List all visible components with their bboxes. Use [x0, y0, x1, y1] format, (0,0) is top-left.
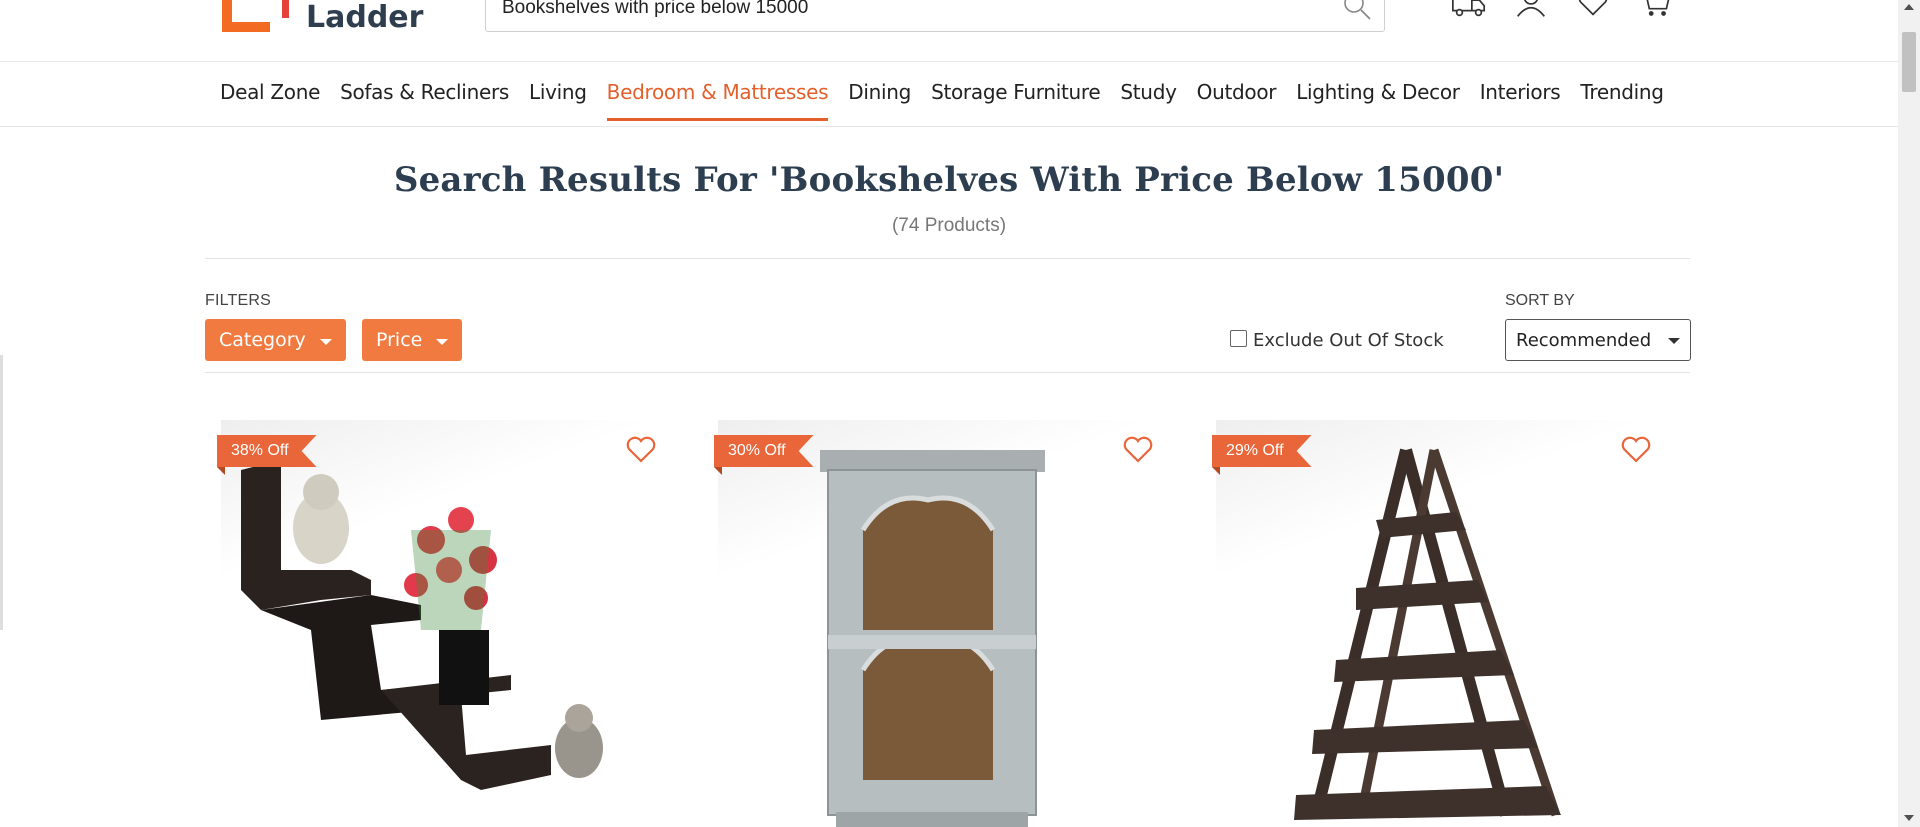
price-filter-label: Price	[376, 329, 423, 351]
nav-item-storage-furniture[interactable]: Storage Furniture	[931, 80, 1101, 120]
badge-fold	[1212, 467, 1220, 475]
product-card[interactable]: 38% Off	[205, 420, 675, 827]
logo-mark-icon	[220, 0, 292, 34]
category-nav: Deal Zone Sofas & Recliners Living Bedroom …	[0, 62, 1898, 127]
filters-label: FILTERS	[205, 292, 272, 309]
heart-icon[interactable]	[1574, 0, 1612, 22]
delivery-truck-icon[interactable]	[1450, 0, 1488, 22]
nav-item-study[interactable]: Study	[1120, 80, 1177, 120]
nav-item-outdoor[interactable]: Outdoor	[1197, 80, 1277, 120]
ladder-shelf-illustration	[1294, 448, 1561, 820]
search-icon[interactable]	[1342, 0, 1372, 21]
result-count: (74 Products)	[891, 215, 1007, 236]
wall-shelf-illustration	[241, 460, 603, 790]
nav-item-sofas-recliners[interactable]: Sofas & Recliners	[340, 80, 509, 120]
badge-fold	[217, 467, 225, 475]
header-actions	[1450, 0, 1674, 22]
category-filter-button[interactable]: Category	[205, 319, 346, 361]
exclude-out-of-stock[interactable]: Exclude Out Of Stock	[1230, 330, 1444, 351]
exclude-out-of-stock-label: Exclude Out Of Stock	[1253, 330, 1444, 351]
scrollbar[interactable]	[1898, 0, 1920, 827]
user-icon[interactable]	[1512, 0, 1550, 22]
search-input[interactable]: Bookshelves with price below 15000	[502, 0, 808, 19]
product-image[interactable]	[718, 420, 1148, 827]
cart-icon[interactable]	[1636, 0, 1674, 22]
sort-by-label: SORT BY	[1505, 292, 1575, 309]
product-image[interactable]	[1216, 420, 1646, 827]
sort-selected-value: Recommended	[1516, 329, 1652, 351]
logo[interactable]: Ladder	[220, 0, 423, 34]
wishlist-heart-icon[interactable]	[1122, 434, 1154, 464]
product-image[interactable]	[221, 420, 651, 827]
nav-items: Deal Zone Sofas & Recliners Living Bedroom …	[220, 80, 1664, 121]
divider	[205, 258, 1690, 259]
caret-down-icon	[319, 338, 332, 345]
nav-item-lighting-decor[interactable]: Lighting & Decor	[1296, 80, 1460, 120]
sort-select[interactable]: Recommended	[1505, 319, 1691, 361]
badge-fold	[714, 467, 722, 475]
divider	[205, 372, 1690, 373]
cabinet-illustration	[820, 450, 1045, 827]
exclude-out-of-stock-checkbox[interactable]	[1230, 330, 1247, 347]
nav-item-living[interactable]: Living	[529, 80, 587, 120]
scroll-down-arrow-icon[interactable]	[1904, 815, 1914, 821]
logo-text: Ladder	[306, 0, 424, 35]
nav-item-interiors[interactable]: Interiors	[1480, 80, 1561, 120]
nav-item-deal-zone[interactable]: Deal Zone	[220, 80, 320, 120]
wishlist-heart-icon[interactable]	[625, 434, 657, 464]
scroll-up-arrow-icon[interactable]	[1904, 4, 1914, 10]
side-tab-edge	[0, 355, 3, 630]
caret-down-icon	[436, 338, 449, 345]
nav-item-dining[interactable]: Dining	[848, 80, 911, 120]
page-title: Search Results For 'Bookshelves With Pri…	[393, 160, 1505, 200]
discount-badge: 29% Off	[1212, 435, 1312, 467]
search-bar[interactable]: Bookshelves with price below 15000	[485, 0, 1385, 32]
wishlist-heart-icon[interactable]	[1620, 434, 1652, 464]
nav-item-bedroom-mattresses[interactable]: Bedroom & Mattresses	[606, 80, 829, 121]
product-card[interactable]: 29% Off	[1200, 420, 1670, 827]
site-header: Ladder Bookshelves with price below 1500…	[0, 0, 1898, 62]
scroll-thumb[interactable]	[1902, 32, 1916, 92]
category-filter-label: Category	[219, 329, 306, 351]
product-card[interactable]: 30% Off	[702, 420, 1172, 827]
nav-item-trending[interactable]: Trending	[1580, 80, 1664, 120]
price-filter-button[interactable]: Price	[362, 319, 463, 361]
discount-badge: 30% Off	[714, 435, 814, 467]
caret-down-icon	[1668, 338, 1680, 344]
